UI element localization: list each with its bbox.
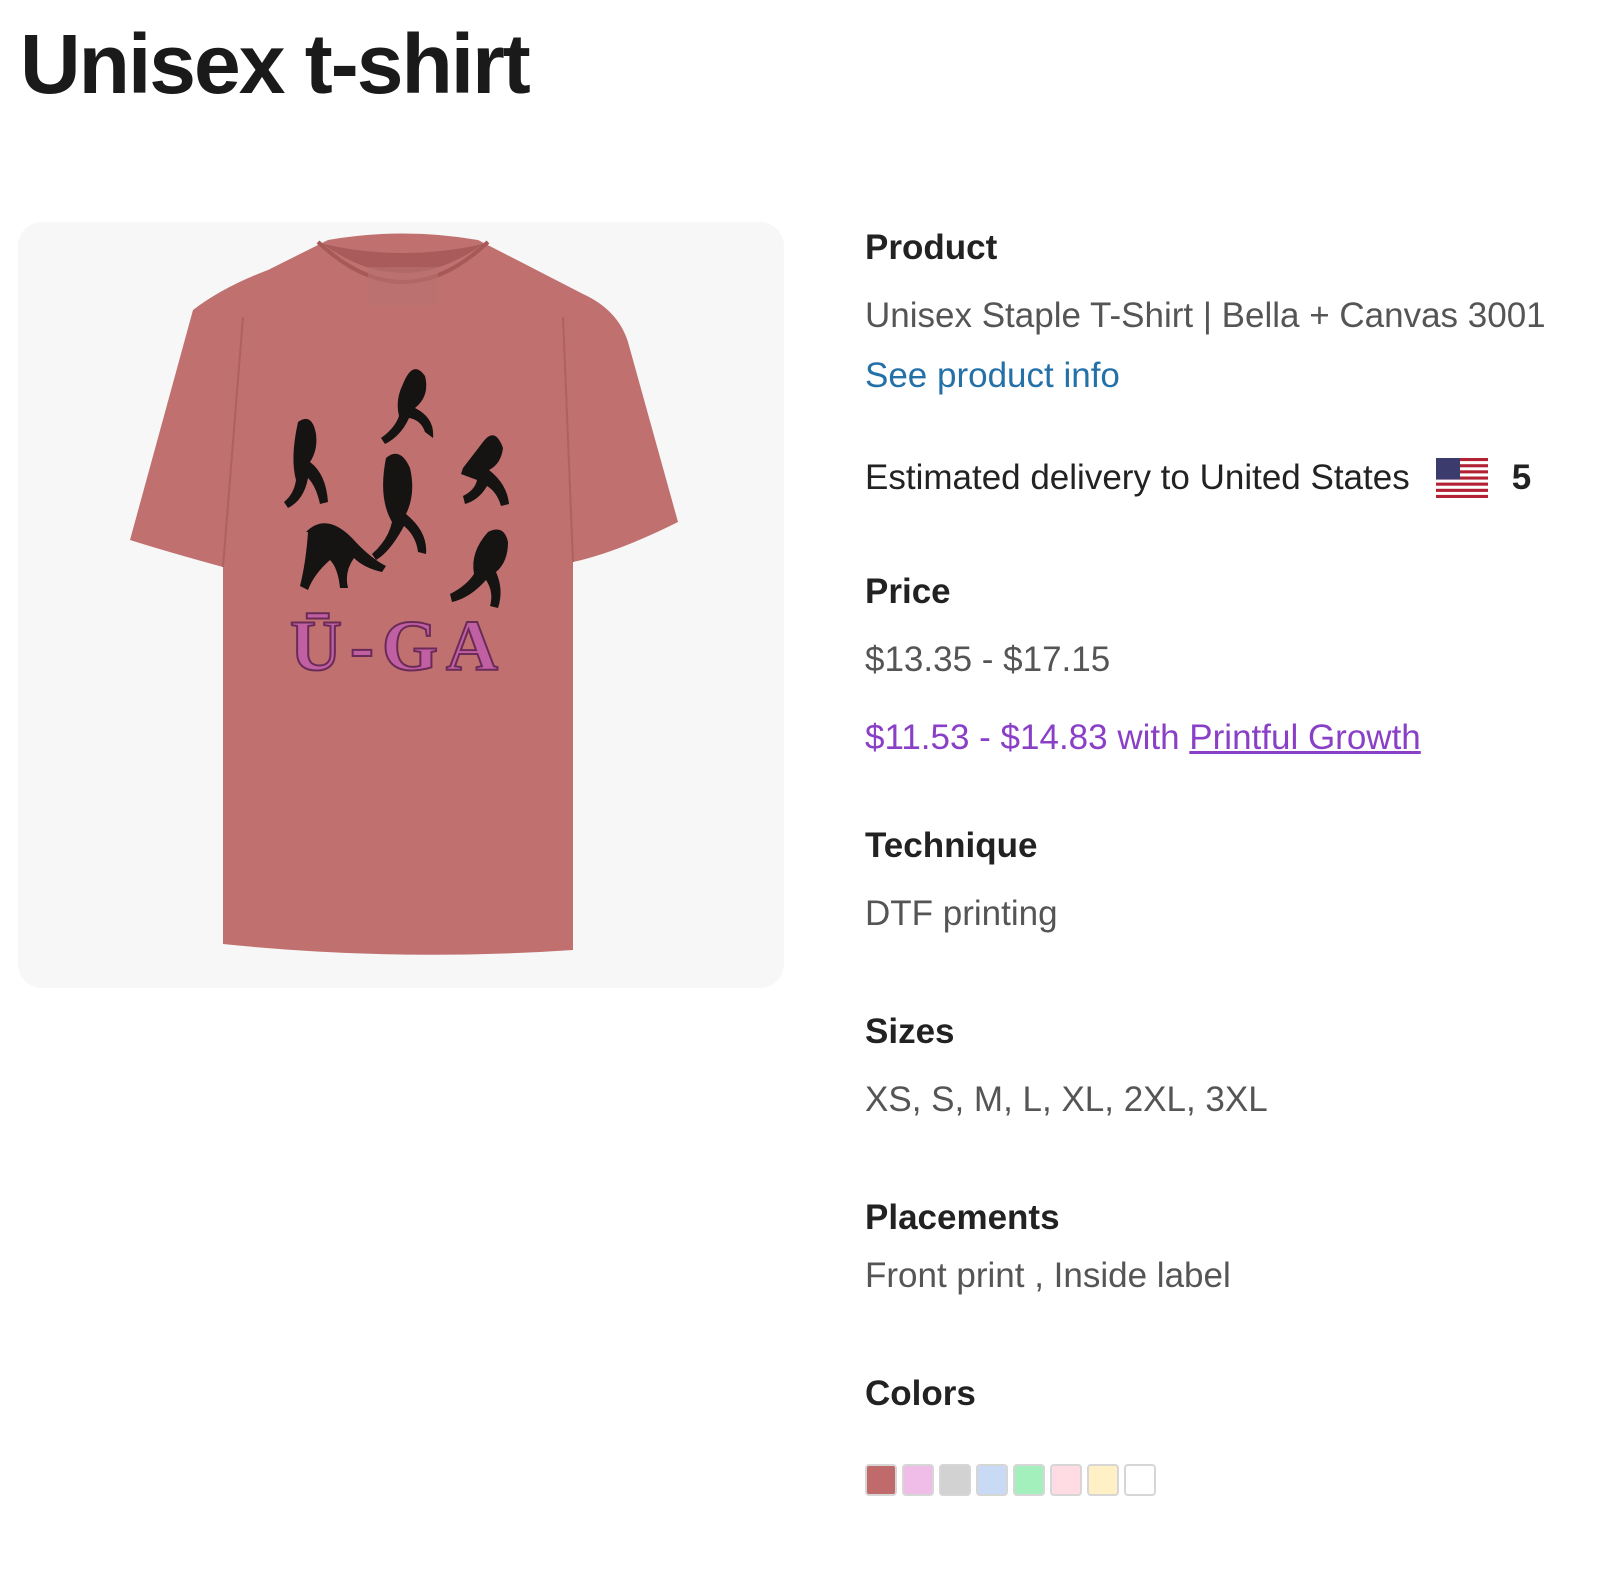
color-swatch[interactable]: [1013, 1464, 1045, 1496]
color-swatch[interactable]: [1050, 1464, 1082, 1496]
tshirt-mockup: Ū-GA: [130, 233, 678, 955]
product-name: Unisex Staple T-Shirt | Bella + Canvas 3…: [865, 296, 1546, 335]
color-swatch[interactable]: [902, 1464, 934, 1496]
delivery-estimate: Estimated delivery to United States 5: [865, 458, 1531, 498]
growth-price: $11.53 - $14.83 with Printful Growth: [865, 718, 1421, 758]
price-range: $13.35 - $17.15: [865, 640, 1111, 679]
color-swatch[interactable]: [1124, 1464, 1156, 1496]
product-details: Product Unisex Staple T-Shirt | Bella + …: [865, 0, 1604, 1592]
print-text: Ū-GA: [290, 606, 506, 686]
page-title: Unisex t-shirt: [20, 17, 531, 111]
us-flag-icon: [1435, 458, 1488, 498]
colors-label: Colors: [865, 1374, 976, 1413]
color-swatches: [865, 1464, 1156, 1496]
see-product-info-link[interactable]: See product info: [865, 356, 1120, 396]
delivery-days: 5: [1511, 458, 1532, 497]
product-page: Unisex t-shirt Ū-GA Product Unisex Stapl…: [0, 0, 1604, 1592]
inside-label: [368, 267, 438, 305]
product-image[interactable]: Ū-GA: [18, 222, 784, 988]
delivery-label: Estimated delivery to United States: [865, 458, 1410, 497]
growth-price-text: $11.53 - $14.83 with: [865, 718, 1190, 757]
color-swatch[interactable]: [865, 1464, 897, 1496]
technique-label: Technique: [865, 826, 1038, 865]
price-label: Price: [865, 572, 951, 611]
placements-label: Placements: [865, 1198, 1060, 1237]
color-swatch[interactable]: [976, 1464, 1008, 1496]
printful-growth-link[interactable]: Printful Growth: [1189, 718, 1420, 757]
product-label: Product: [865, 228, 998, 267]
sizes-label: Sizes: [865, 1012, 955, 1051]
technique-value: DTF printing: [865, 894, 1058, 933]
placements-value: Front print , Inside label: [865, 1256, 1231, 1295]
sizes-value: XS, S, M, L, XL, 2XL, 3XL: [865, 1080, 1268, 1119]
tshirt-body: [130, 233, 678, 955]
color-swatch[interactable]: [1087, 1464, 1119, 1496]
color-swatch[interactable]: [939, 1464, 971, 1496]
